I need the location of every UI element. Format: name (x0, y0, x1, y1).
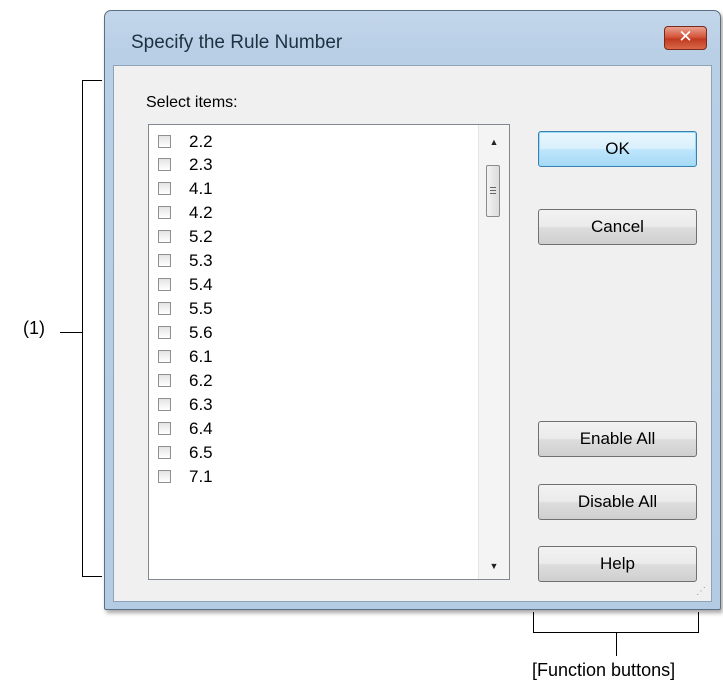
checkbox[interactable] (158, 350, 171, 363)
item-label: 6.3 (189, 395, 213, 414)
rule-listbox[interactable]: 2.2 2.3 4.1 4.2 5.2 5.3 5.4 5.5 5.6 6.1 … (148, 124, 510, 580)
list-item[interactable]: 6.3 (149, 394, 479, 418)
list-item[interactable]: 6.4 (149, 418, 479, 442)
resize-grip-icon[interactable]: ⋰ (696, 586, 708, 598)
list-item[interactable]: 6.1 (149, 346, 479, 370)
checkbox[interactable] (158, 278, 171, 291)
checkbox[interactable] (158, 422, 171, 435)
list-item[interactable]: 2.2 (149, 131, 479, 155)
region-label: (1) (23, 318, 45, 338)
list-item[interactable]: 5.4 (149, 274, 479, 298)
list-item[interactable]: 7.1 (149, 466, 479, 490)
checkbox[interactable] (158, 398, 171, 411)
checkbox[interactable] (158, 230, 171, 243)
checkbox[interactable] (158, 254, 171, 267)
list-item[interactable]: 5.3 (149, 250, 479, 274)
checkbox[interactable] (158, 182, 171, 195)
item-label: 5.2 (189, 227, 213, 246)
region-bracket-bottom (82, 576, 102, 577)
grip-line (490, 193, 496, 194)
item-label: 5.5 (189, 299, 213, 318)
list-item[interactable]: 5.2 (149, 226, 479, 250)
list-item[interactable]: 2.3 (149, 154, 479, 178)
item-label: 6.5 (189, 443, 213, 462)
function-buttons-label: [Function buttons] (532, 660, 676, 680)
item-label: 5.3 (189, 251, 213, 270)
item-label: 2.2 (189, 132, 213, 151)
list-item[interactable]: 5.5 (149, 298, 479, 322)
checkbox[interactable] (158, 135, 171, 148)
disable-all-button[interactable]: Disable All (538, 484, 697, 520)
dialog-client-area: Select items: 2.2 2.3 4.1 4.2 5.2 5.3 5.… (113, 65, 712, 602)
scroll-down-arrow-icon[interactable]: ▼ (479, 553, 509, 579)
item-label: 4.1 (189, 179, 213, 198)
close-button[interactable]: ✕ (664, 26, 707, 50)
checkbox[interactable] (158, 374, 171, 387)
item-label: 5.6 (189, 323, 213, 342)
ok-button[interactable]: OK (538, 131, 697, 167)
item-label: 6.2 (189, 371, 213, 390)
checkbox[interactable] (158, 206, 171, 219)
list-item[interactable]: 4.2 (149, 202, 479, 226)
checkbox[interactable] (158, 302, 171, 315)
checkbox[interactable] (158, 158, 171, 171)
grip-line (490, 190, 496, 191)
item-label: 7.1 (189, 467, 213, 486)
grip-line (490, 187, 496, 188)
select-items-label: Select items: (146, 94, 238, 111)
item-label: 5.4 (189, 275, 213, 294)
dialog-title: Specify the Rule Number (131, 32, 343, 53)
buttons-pointer-line (616, 632, 617, 656)
vertical-scrollbar[interactable]: ▲ ▼ (478, 125, 509, 579)
enable-all-button[interactable]: Enable All (538, 421, 697, 457)
item-label: 4.2 (189, 203, 213, 222)
close-icon: ✕ (678, 27, 693, 47)
dialog-window: Specify the Rule Number ✕ Select items: … (104, 10, 721, 610)
list-item[interactable]: 4.1 (149, 178, 479, 202)
help-button[interactable]: Help (538, 546, 697, 582)
buttons-bracket-left (533, 612, 534, 633)
checkbox[interactable] (158, 446, 171, 459)
checkbox[interactable] (158, 326, 171, 339)
cancel-button[interactable]: Cancel (538, 209, 697, 245)
region-bracket-vertical (82, 80, 83, 576)
item-label: 6.4 (189, 419, 213, 438)
item-label: 6.1 (189, 347, 213, 366)
scroll-up-arrow-icon[interactable]: ▲ (479, 129, 509, 155)
list-item[interactable]: 5.6 (149, 322, 479, 346)
item-label: 2.3 (189, 155, 213, 174)
scroll-thumb[interactable] (486, 165, 500, 217)
list-item[interactable]: 6.5 (149, 442, 479, 466)
buttons-bracket-right (698, 612, 699, 633)
checkbox[interactable] (158, 470, 171, 483)
region-pointer-line (60, 332, 82, 333)
list-item[interactable]: 6.2 (149, 370, 479, 394)
region-bracket-top (82, 80, 102, 81)
